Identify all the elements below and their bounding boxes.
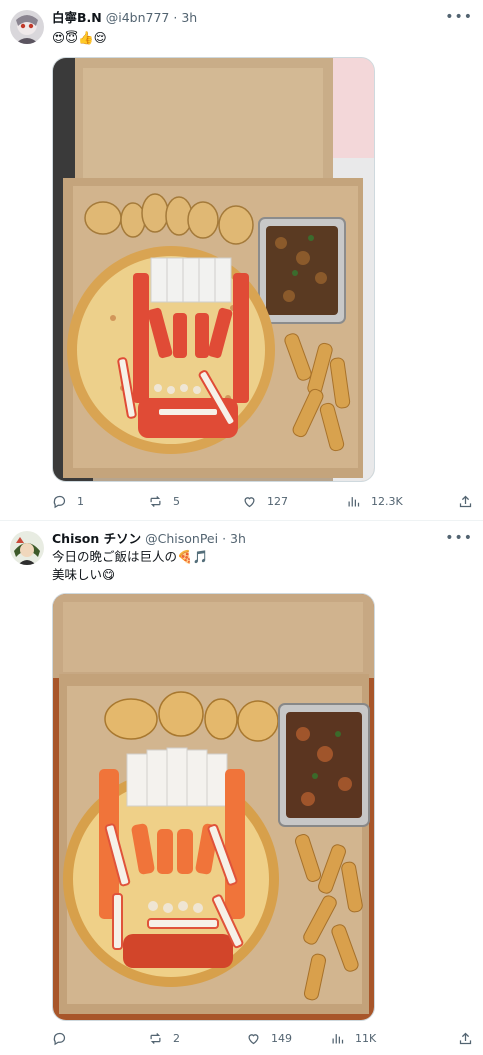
views-icon — [332, 1034, 344, 1044]
avatar-2[interactable] — [10, 531, 44, 565]
reply-button[interactable] — [52, 1031, 77, 1046]
post-image-1[interactable] — [52, 57, 375, 482]
reply-count: 1 — [77, 495, 84, 508]
like-count: 127 — [267, 495, 288, 508]
repost-icon — [150, 496, 161, 507]
repost-count: 2 — [173, 1032, 180, 1045]
post-image-2[interactable] — [52, 593, 375, 1021]
repost-count: 5 — [173, 495, 180, 508]
repost-icon — [150, 1033, 161, 1044]
action-bar-2: 2 149 11K — [52, 1031, 473, 1049]
views-button[interactable]: 12.3K — [346, 494, 403, 509]
views-count: 12.3K — [371, 495, 403, 508]
handle[interactable]: @i4bn777 — [106, 10, 170, 25]
heart-icon — [248, 1034, 259, 1045]
action-bar-1: 1 5 127 12.3K — [52, 494, 473, 512]
repost-button[interactable]: 2 — [148, 1031, 180, 1046]
post-2[interactable]: Chison チソン @ChisonPei · 3h ••• 今日の晩ご飯は巨人… — [0, 521, 483, 1055]
handle[interactable]: @ChisonPei — [145, 531, 218, 546]
heart-icon — [244, 497, 255, 508]
like-button[interactable]: 127 — [242, 494, 288, 509]
reply-icon — [53, 495, 66, 509]
repost-button[interactable]: 5 — [148, 494, 180, 509]
views-icon — [348, 497, 360, 507]
avatar-1[interactable] — [10, 10, 44, 44]
timestamp[interactable]: · 3h — [222, 531, 246, 546]
post-text: 😍😇👍😌 — [52, 30, 107, 45]
display-name[interactable]: 白寧B.N — [52, 10, 102, 25]
display-name[interactable]: Chison チソン — [52, 531, 141, 546]
share-button[interactable] — [458, 494, 483, 509]
share-button[interactable] — [458, 1031, 483, 1046]
reply-button[interactable]: 1 — [52, 494, 84, 509]
more-icon[interactable]: ••• — [445, 530, 473, 546]
reply-icon — [53, 1032, 66, 1046]
post-header-1: 白寧B.N @i4bn777 · 3h — [52, 10, 197, 26]
views-count: 11K — [355, 1032, 377, 1045]
post-header-2: Chison チソン @ChisonPei · 3h — [52, 531, 246, 547]
post-text: 今日の晩ご飯は巨人の🍕🎵 美味しい😋 — [52, 549, 209, 582]
post-1[interactable]: 白寧B.N @i4bn777 · 3h ••• 😍😇👍😌 1 5 127 12.… — [0, 0, 483, 520]
views-button[interactable]: 11K — [330, 1031, 376, 1046]
share-icon — [459, 1032, 472, 1045]
timestamp[interactable]: · 3h — [173, 10, 197, 25]
share-icon — [459, 495, 472, 508]
more-icon[interactable]: ••• — [445, 9, 473, 25]
like-count: 149 — [271, 1032, 292, 1045]
like-button[interactable]: 149 — [246, 1031, 292, 1046]
